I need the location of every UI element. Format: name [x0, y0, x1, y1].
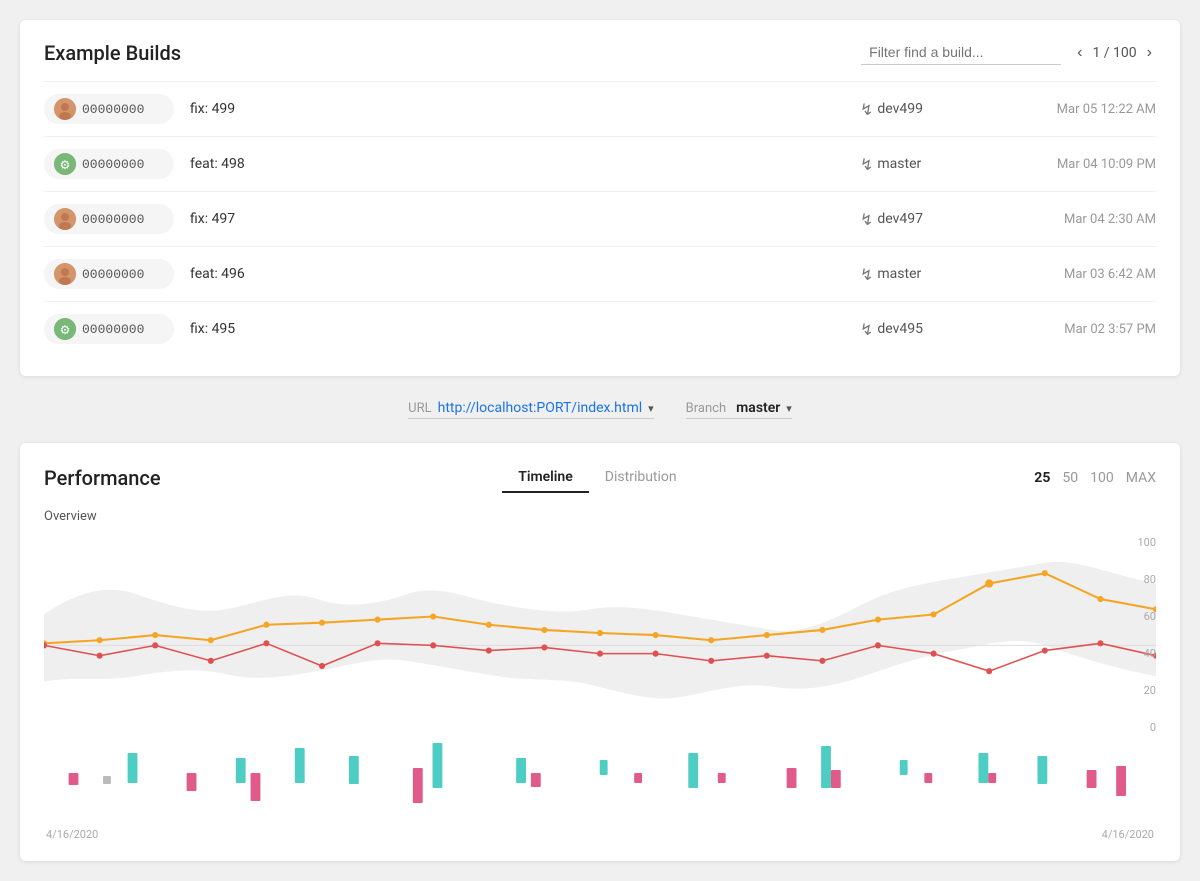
- y-label-40: 40: [1128, 647, 1156, 660]
- chart-section: Overview: [44, 509, 1156, 841]
- branch-selector[interactable]: Branch master ▾: [686, 400, 792, 419]
- y-label-60: 60: [1128, 610, 1156, 623]
- url-dropdown-arrow: ▾: [648, 402, 654, 415]
- chart-label: Overview: [44, 509, 1156, 524]
- build-date: Mar 04 2:30 AM: [996, 212, 1156, 227]
- prev-page-button[interactable]: ‹: [1073, 44, 1086, 62]
- url-label: URL: [408, 401, 431, 416]
- build-id-chip: 00000000: [44, 259, 174, 289]
- url-value: http://localhost:PORT/index.html: [438, 400, 643, 416]
- date-end: 4/16/2020: [1102, 828, 1154, 841]
- build-date: Mar 02 3:57 PM: [996, 322, 1156, 337]
- next-page-button[interactable]: ›: [1143, 44, 1156, 62]
- build-description: feat: 498: [190, 156, 844, 172]
- avatar: ⚙: [54, 153, 76, 175]
- pagination-label: 1 / 100: [1092, 45, 1136, 61]
- avatar: ⚙: [54, 318, 76, 340]
- branch-name: master: [877, 266, 921, 282]
- build-branch: ↯ master: [860, 155, 980, 174]
- avatar: [54, 263, 76, 285]
- build-id: 00000000: [82, 157, 144, 172]
- filter-input[interactable]: [861, 40, 1061, 65]
- branch-icon: ↯: [860, 210, 873, 229]
- build-description: fix: 495: [190, 321, 844, 337]
- branch-name: dev495: [877, 321, 923, 337]
- builds-title: Example Builds: [44, 41, 181, 65]
- branch-value: master: [736, 400, 780, 416]
- bar-chart-area: [44, 738, 1156, 822]
- build-id: 00000000: [82, 322, 144, 337]
- pagination: ‹ 1 / 100 ›: [1073, 44, 1156, 62]
- date-start: 4/16/2020: [46, 828, 98, 841]
- build-date: Mar 04 10:09 PM: [996, 157, 1156, 172]
- build-id: 00000000: [82, 102, 144, 117]
- date-labels: 4/16/2020 4/16/2020: [44, 828, 1156, 841]
- build-branch: ↯ master: [860, 265, 980, 284]
- table-row[interactable]: 00000000 fix: 497 ↯ dev497 Mar 04 2:30 A…: [44, 191, 1156, 246]
- builds-panel: Example Builds ‹ 1 / 100 ›: [20, 20, 1180, 376]
- branch-label: Branch: [686, 401, 726, 416]
- build-branch: ↯ dev495: [860, 320, 980, 339]
- table-row[interactable]: ⚙ 00000000 fix: 495 ↯ dev495 Mar 02 3:57…: [44, 301, 1156, 356]
- branch-name: dev497: [877, 211, 923, 227]
- branch-icon: ↯: [860, 100, 873, 119]
- builds-filter-area: ‹ 1 / 100 ›: [861, 40, 1156, 65]
- build-date: Mar 05 12:22 AM: [996, 102, 1156, 117]
- table-row[interactable]: 00000000 feat: 496 ↯ master Mar 03 6:42 …: [44, 246, 1156, 301]
- avatar: [54, 208, 76, 230]
- tab-timeline[interactable]: Timeline: [502, 463, 589, 493]
- build-description: fix: 499: [190, 101, 844, 117]
- branch-name: master: [877, 156, 921, 172]
- build-id-chip: ⚙ 00000000: [44, 149, 174, 179]
- count-50[interactable]: 50: [1062, 470, 1078, 486]
- build-id: 00000000: [82, 212, 144, 227]
- branch-icon: ↯: [860, 155, 873, 174]
- performance-header: Performance Timeline Distribution 25 50 …: [44, 463, 1156, 493]
- build-description: fix: 497: [190, 211, 844, 227]
- branch-dropdown-arrow: ▾: [786, 402, 792, 415]
- line-chart-wrapper: [44, 532, 1156, 738]
- build-description: feat: 496: [190, 266, 844, 282]
- builds-header: Example Builds ‹ 1 / 100 ›: [44, 40, 1156, 65]
- performance-panel: Performance Timeline Distribution 25 50 …: [20, 443, 1180, 861]
- build-branch: ↯ dev497: [860, 210, 980, 229]
- svg-text:⚙: ⚙: [60, 158, 71, 172]
- y-label-100: 100: [1128, 536, 1156, 549]
- tabs: Timeline Distribution: [502, 463, 692, 493]
- build-branch: ↯ dev499: [860, 100, 980, 119]
- build-id-chip: ⚙ 00000000: [44, 314, 174, 344]
- svg-text:⚙: ⚙: [60, 323, 71, 337]
- table-row[interactable]: ⚙ 00000000 feat: 498 ↯ master Mar 04 10:…: [44, 136, 1156, 191]
- branch-icon: ↯: [860, 265, 873, 284]
- y-label-20: 20: [1128, 684, 1156, 697]
- bar-chart-svg: [44, 738, 1126, 818]
- build-id-chip: 00000000: [44, 204, 174, 234]
- count-25[interactable]: 25: [1034, 470, 1050, 486]
- y-label-0: 0: [1128, 721, 1156, 734]
- y-axis-labels: 100 80 60 40 20 0: [1128, 532, 1156, 738]
- avatar: [54, 98, 76, 120]
- y-label-80: 80: [1128, 573, 1156, 586]
- tab-distribution[interactable]: Distribution: [589, 463, 693, 493]
- count-options: 25 50 100 MAX: [1034, 470, 1156, 486]
- build-date: Mar 03 6:42 AM: [996, 267, 1156, 282]
- build-id: 00000000: [82, 267, 144, 282]
- table-row[interactable]: 00000000 fix: 499 ↯ dev499 Mar 05 12:22 …: [44, 81, 1156, 136]
- branch-icon: ↯: [860, 320, 873, 339]
- count-100[interactable]: 100: [1090, 470, 1114, 486]
- branch-name: dev499: [877, 101, 923, 117]
- count-max[interactable]: MAX: [1126, 470, 1156, 486]
- selectors-row: URL http://localhost:PORT/index.html ▾ B…: [20, 392, 1180, 427]
- performance-title: Performance: [44, 466, 161, 490]
- build-id-chip: 00000000: [44, 94, 174, 124]
- builds-list: 00000000 fix: 499 ↯ dev499 Mar 05 12:22 …: [44, 81, 1156, 356]
- line-chart-svg: [44, 532, 1156, 738]
- chart-with-axis: 100 80 60 40 20 0: [44, 532, 1156, 738]
- url-selector[interactable]: URL http://localhost:PORT/index.html ▾: [408, 400, 654, 419]
